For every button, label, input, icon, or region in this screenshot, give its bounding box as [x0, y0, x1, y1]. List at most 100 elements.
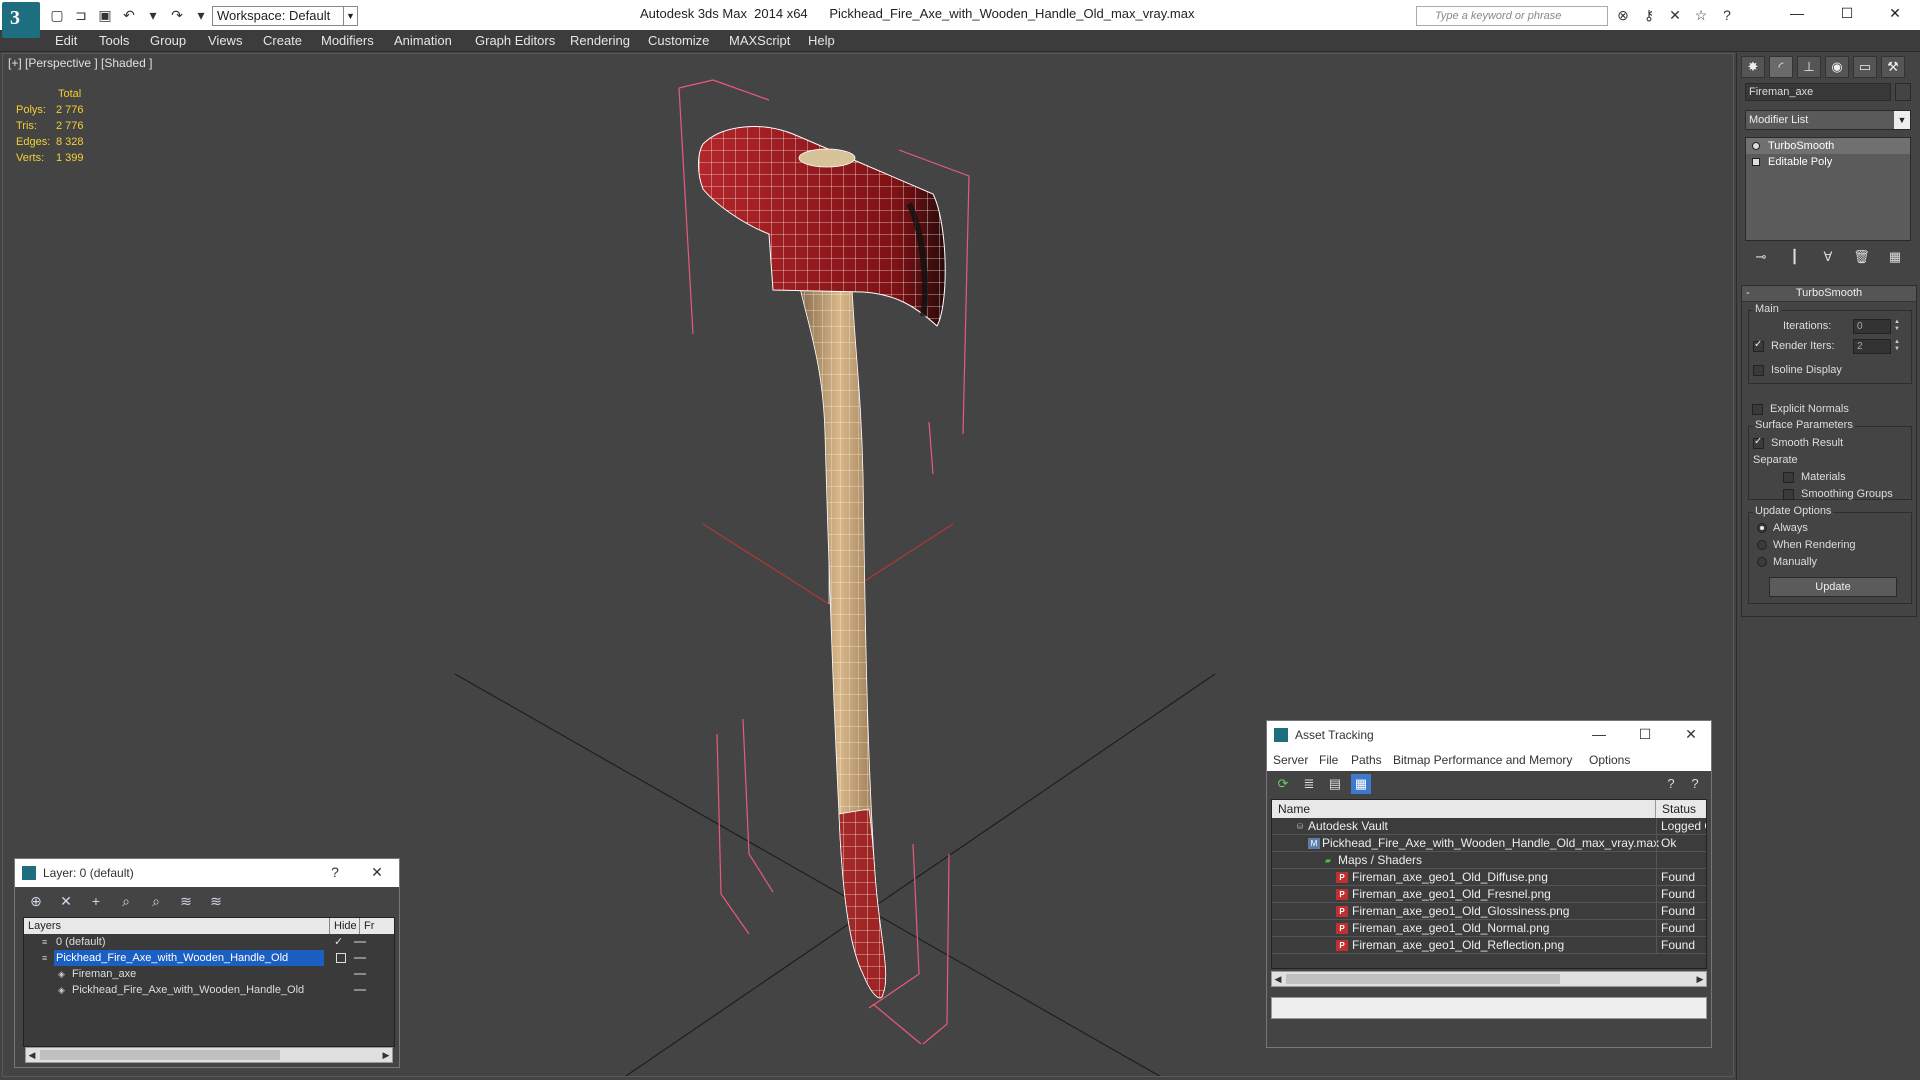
menu-file[interactable]: File: [1319, 753, 1338, 767]
asset-row[interactable]: P Fireman_axe_geo1_Old_Reflection.png Fo…: [1272, 937, 1706, 954]
menu-group[interactable]: Group: [150, 33, 186, 48]
menu-views[interactable]: Views: [208, 33, 242, 48]
motion-tab-icon[interactable]: ◉: [1825, 56, 1849, 78]
close-button[interactable]: ✕: [1671, 721, 1711, 749]
scroll-left-icon[interactable]: ◀: [26, 1048, 38, 1062]
freeze-toggle-icon[interactable]: [354, 941, 366, 943]
menu-help[interactable]: Help: [808, 33, 835, 48]
menu-options[interactable]: Options: [1589, 753, 1630, 767]
hierarchy-tab-icon[interactable]: ⊥: [1797, 56, 1821, 78]
asset-row[interactable]: ▰ Maps / Shaders: [1272, 852, 1706, 869]
menu-graph-editors[interactable]: Graph Editors: [475, 33, 555, 48]
object-name-field[interactable]: Fireman_axe: [1745, 83, 1891, 101]
add-to-layer-icon[interactable]: +: [85, 891, 107, 911]
favorites-star-icon[interactable]: ☆: [1692, 5, 1710, 25]
asset-row[interactable]: ⛁ Autodesk Vault Logged Ou: [1272, 818, 1706, 835]
delete-layer-icon[interactable]: ✕: [55, 891, 77, 911]
pin-stack-icon[interactable]: ⊸: [1751, 247, 1771, 267]
select-in-layer-icon[interactable]: ⌕: [115, 891, 137, 911]
maximize-button[interactable]: ☐: [1625, 721, 1665, 749]
menu-create[interactable]: Create: [263, 33, 302, 48]
rollout-header[interactable]: - TurboSmooth: [1742, 286, 1916, 302]
menu-tools[interactable]: Tools: [99, 33, 129, 48]
binoculars-icon[interactable]: ⊗: [1614, 5, 1632, 25]
current-layer-check-icon[interactable]: ✓: [334, 934, 343, 950]
object-color-swatch[interactable]: [1895, 83, 1911, 101]
undo-icon[interactable]: ↶: [120, 6, 138, 24]
lightbulb-icon[interactable]: [1752, 142, 1760, 150]
key-icon[interactable]: ⚷: [1640, 5, 1658, 25]
menu-bitmap-performance[interactable]: Bitmap Performance and Memory: [1393, 753, 1572, 767]
remove-modifier-icon[interactable]: 🗑: [1852, 247, 1872, 267]
scroll-right-icon[interactable]: ▶: [380, 1048, 392, 1062]
render-iters-checkbox[interactable]: [1753, 339, 1764, 352]
help-icon[interactable]: ?: [1661, 774, 1681, 794]
stack-item-editable-poly[interactable]: Editable Poly: [1746, 154, 1910, 170]
asset-row[interactable]: P Fireman_axe_geo1_Old_Fresnel.png Found: [1272, 886, 1706, 903]
asset-row[interactable]: P Fireman_axe_geo1_Old_Diffuse.png Found: [1272, 869, 1706, 886]
menu-paths[interactable]: Paths: [1351, 753, 1382, 767]
menu-maxscript[interactable]: MAXScript: [729, 33, 790, 48]
asset-tracking-title-bar[interactable]: Asset Tracking — ☐ ✕: [1267, 721, 1711, 749]
viewport-label[interactable]: [+] [Perspective ] [Shaded ]: [8, 56, 152, 70]
menu-customize[interactable]: Customize: [648, 33, 709, 48]
smooth-result-checkbox[interactable]: [1753, 436, 1764, 449]
list-view-icon[interactable]: ≣: [1299, 774, 1319, 794]
stack-item-turbosmooth[interactable]: TurboSmooth: [1746, 138, 1910, 154]
make-unique-icon[interactable]: ∀: [1818, 247, 1838, 267]
column-header-freeze[interactable]: Fr: [360, 918, 394, 934]
search-input[interactable]: Type a keyword or phrase: [1416, 6, 1608, 26]
menu-modifiers[interactable]: Modifiers: [321, 33, 374, 48]
freeze-toggle-icon[interactable]: [354, 973, 366, 975]
scrollbar-thumb[interactable]: [40, 1050, 280, 1060]
layer-row[interactable]: ≡ Pickhead_Fire_Axe_with_Wooden_Handle_O…: [24, 950, 394, 966]
always-radio[interactable]: [1757, 523, 1767, 533]
layer-row[interactable]: ≡ 0 (default) ✓: [24, 934, 394, 950]
thumbnail-view-icon[interactable]: ▤: [1325, 774, 1345, 794]
update-button[interactable]: Update: [1769, 577, 1897, 597]
workspace-dropdown[interactable]: Workspace: Default ▼: [212, 6, 358, 26]
freeze-all-layers-icon[interactable]: ≋: [205, 891, 227, 911]
layer-window-title-bar[interactable]: Layer: 0 (default) ? ✕: [15, 859, 399, 887]
close-button[interactable]: ✕: [357, 859, 397, 887]
materials-checkbox[interactable]: [1783, 472, 1794, 483]
help-icon[interactable]: ?: [1718, 5, 1736, 25]
modify-tab-icon[interactable]: ◜: [1769, 56, 1793, 78]
modifier-list-dropdown[interactable]: Modifier List ▼: [1745, 110, 1911, 130]
close-button[interactable]: ✕: [1872, 0, 1918, 28]
asset-row[interactable]: P Fireman_axe_geo1_Old_Normal.png Found: [1272, 920, 1706, 937]
table-view-icon[interactable]: ▦: [1351, 774, 1371, 794]
render-iters-spinner[interactable]: 2: [1853, 339, 1891, 354]
undo-dropdown-icon[interactable]: ▾: [144, 6, 162, 24]
menu-edit[interactable]: Edit: [55, 33, 77, 48]
refresh-icon[interactable]: ⟳: [1273, 774, 1293, 794]
layer-row[interactable]: ◈ Fireman_axe: [24, 966, 394, 982]
hide-toggle-icon[interactable]: [336, 953, 346, 963]
scroll-left-icon[interactable]: ◀: [1272, 972, 1284, 986]
show-end-result-icon[interactable]: ┃: [1785, 247, 1805, 267]
expand-icon[interactable]: [1752, 158, 1760, 166]
minimize-button[interactable]: —: [1579, 721, 1619, 749]
spinner-arrows-icon[interactable]: ▲ ▼: [1893, 319, 1901, 334]
column-header-status[interactable]: Status: [1656, 800, 1706, 818]
smoothing-groups-checkbox[interactable]: [1783, 489, 1794, 500]
column-header-name[interactable]: Name: [1272, 800, 1656, 818]
menu-animation[interactable]: Animation: [394, 33, 452, 48]
freeze-toggle-icon[interactable]: [354, 957, 366, 959]
minimize-button[interactable]: —: [1774, 0, 1820, 28]
display-tab-icon[interactable]: ▭: [1853, 56, 1877, 78]
asset-row[interactable]: P Fireman_axe_geo1_Old_Glossiness.png Fo…: [1272, 903, 1706, 920]
iterations-spinner[interactable]: 0: [1853, 319, 1891, 334]
highlight-layer-icon[interactable]: ⌕: [145, 891, 167, 911]
menu-server[interactable]: Server: [1273, 753, 1308, 767]
manually-radio[interactable]: [1757, 557, 1767, 567]
menu-rendering[interactable]: Rendering: [570, 33, 630, 48]
isoline-display-checkbox[interactable]: [1753, 365, 1764, 376]
when-rendering-radio[interactable]: [1757, 540, 1767, 550]
hide-all-layers-icon[interactable]: ≋: [175, 891, 197, 911]
context-help-icon[interactable]: ?: [1685, 774, 1705, 794]
create-tab-icon[interactable]: ✸: [1741, 56, 1765, 78]
create-layer-icon[interactable]: ⊕: [25, 891, 47, 911]
asset-row[interactable]: M Pickhead_Fire_Axe_with_Wooden_Handle_O…: [1272, 835, 1706, 852]
scroll-right-icon[interactable]: ▶: [1694, 972, 1706, 986]
